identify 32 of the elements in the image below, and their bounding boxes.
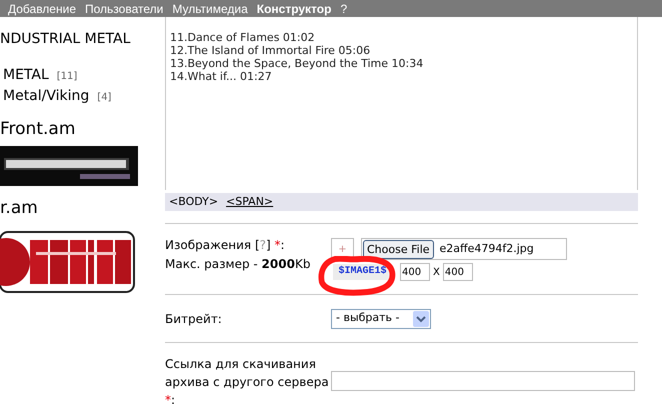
text-line: 12.The Island of Immortal Fire 05:06 xyxy=(170,44,372,57)
genre-link[interactable]: Metal/Viking xyxy=(3,86,90,107)
link-field[interactable] xyxy=(331,371,635,391)
text-line: 14.What if... 01:27 xyxy=(170,70,273,83)
width-field[interactable]: 400 xyxy=(400,263,430,281)
image-tag: $IMAGE1$ xyxy=(333,264,392,280)
field-label: Ссылка для скачивания архива с другого сервера *: xyxy=(165,356,330,404)
times-sign: X xyxy=(433,266,440,280)
text-line: 11.Dance of Flames 01:02 xyxy=(170,31,316,44)
site-title[interactable]: Front.am xyxy=(0,117,165,139)
genre-count: [11] xyxy=(56,70,78,84)
text-line: 13.Beyond the Space, Beyond the Time 10:34 xyxy=(170,57,424,70)
nav-link[interactable]: Пользователи xyxy=(85,0,164,18)
genre-count: [4] xyxy=(97,91,112,105)
height-field[interactable]: 400 xyxy=(442,263,473,281)
bitrate-select[interactable]: - выбрать - xyxy=(331,308,431,328)
field-label: Изображения [?] *: xyxy=(165,238,286,253)
tag-link[interactable]: <BODY> xyxy=(169,194,218,210)
file-input[interactable]: Choose File e2affe4794f2.jpg xyxy=(361,238,567,260)
choose-file-button[interactable]: Choose File xyxy=(363,240,434,258)
tag-link[interactable]: <SPAN> xyxy=(226,194,274,210)
nav-link[interactable]: Конструктор xyxy=(256,0,332,18)
nav-link[interactable]: ? xyxy=(340,0,348,18)
site-title[interactable]: r.am xyxy=(0,196,165,218)
size-note: Макс. размер - 2000Kb xyxy=(165,257,312,272)
nav-link[interactable]: Мультимедиа xyxy=(172,0,248,18)
file-name: e2affe4794f2.jpg xyxy=(440,240,534,257)
genre-link[interactable]: METAL xyxy=(3,65,49,86)
editor-area[interactable]: 11.Dance of Flames 01:02 12.The Island of Immortal Fire 05:06 13.Beyond the Space, Beyond the Time 10:34 14.What if... 01:27 xyxy=(165,17,638,190)
genre-link[interactable]: NDUSTRIAL METAL xyxy=(0,29,130,50)
field-label: Битрейт: xyxy=(165,310,223,328)
nav-link[interactable]: Добавление xyxy=(8,0,76,18)
